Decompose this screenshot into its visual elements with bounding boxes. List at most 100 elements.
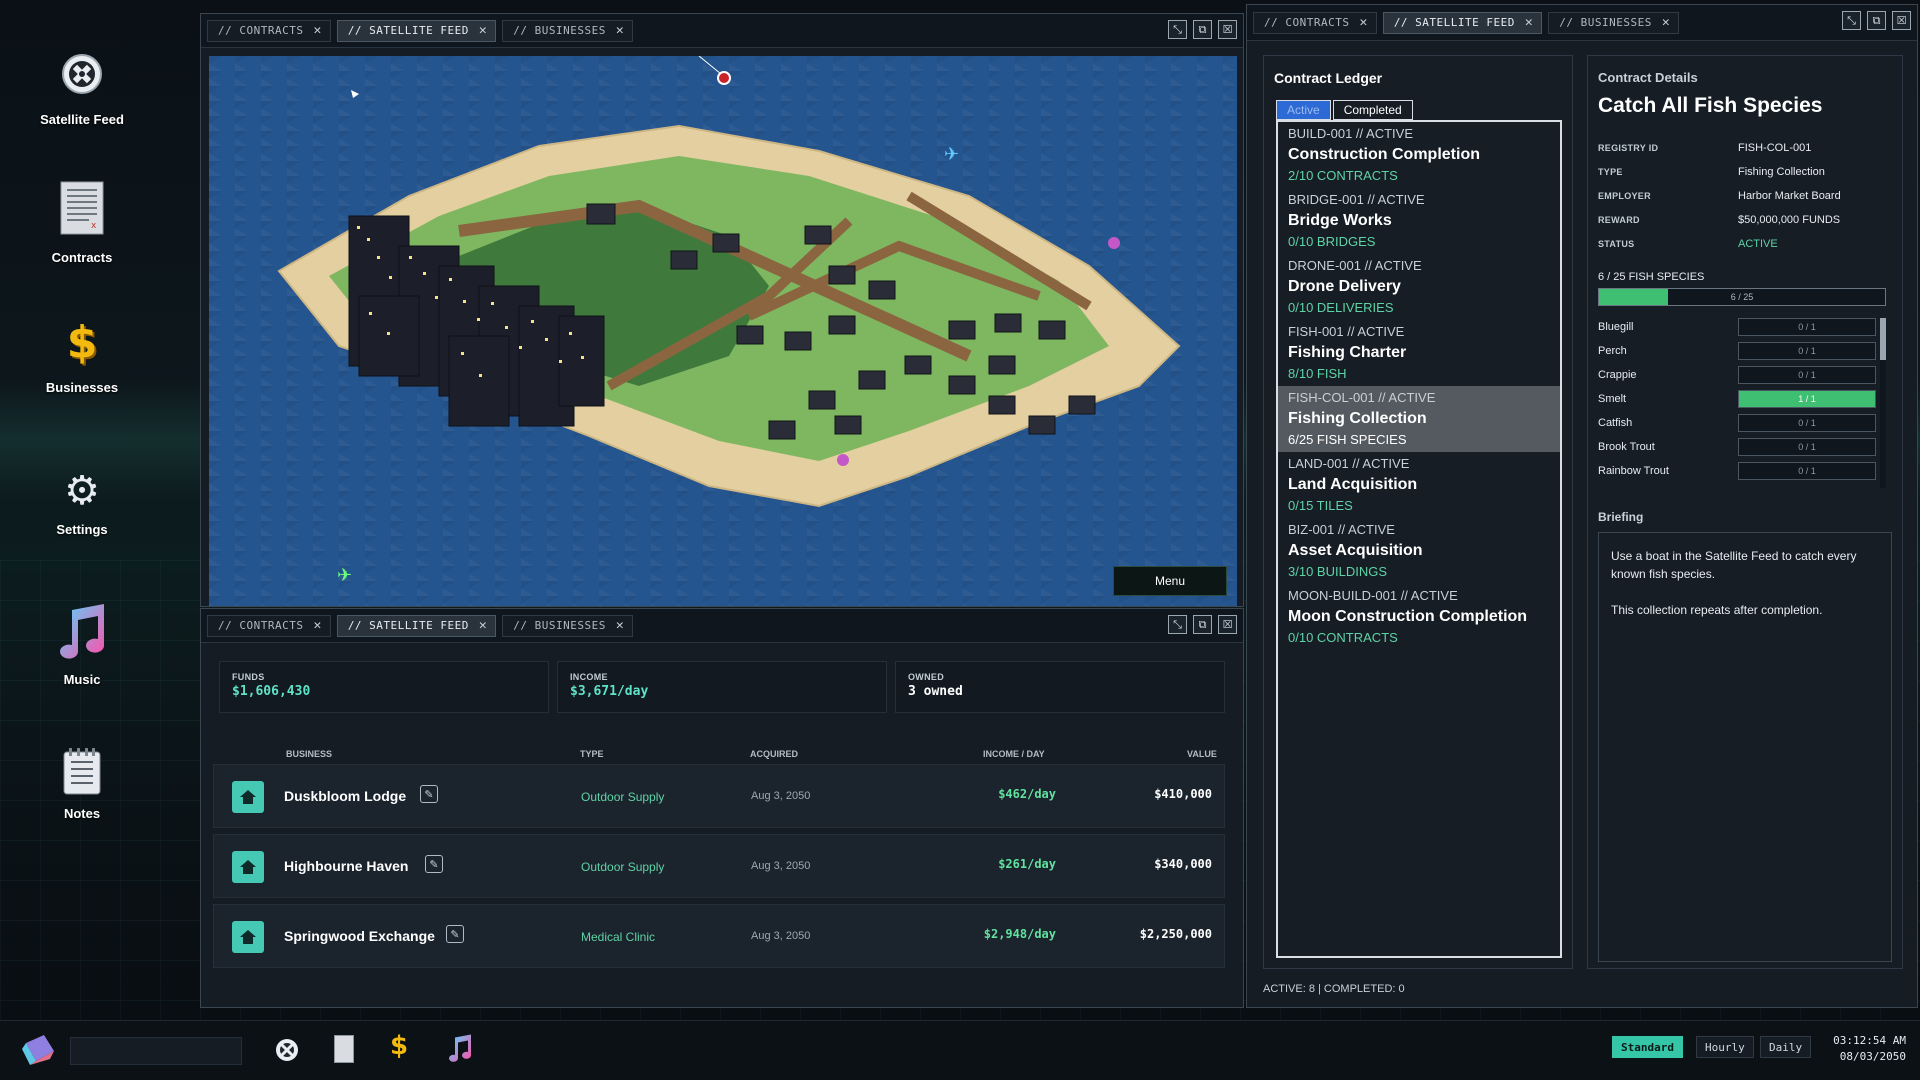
window-tabbar: // CONTRACTS ✕ // SATELLITE FEED ✕ // BUSI…	[201, 14, 1243, 48]
contract-list-item[interactable]: BIZ-001 // ACTIVE Asset Acquisition 3/10…	[1278, 518, 1560, 584]
business-name: Duskbloom Lodge	[284, 788, 407, 804]
fish-name: Smelt	[1598, 393, 1627, 405]
table-row[interactable]: Duskbloom Lodge ✎ Outdoor Supply Aug 3, …	[213, 764, 1225, 828]
house-icon	[232, 921, 264, 953]
contract-progress: 0/10 CONTRACTS	[1288, 630, 1398, 645]
desktop-icon-label: Contracts	[51, 250, 113, 265]
progress-bar: 6 / 25	[1598, 288, 1886, 306]
island-map: ✈ ✈	[277, 56, 1181, 586]
popout-icon[interactable]: ⧉	[1193, 20, 1212, 39]
stat-label: INCOME	[570, 672, 608, 682]
fish-row: Catfish 0 / 1	[1598, 414, 1888, 436]
detail-key: TYPE	[1598, 167, 1623, 177]
mode-standard-button[interactable]: Standard	[1612, 1036, 1683, 1058]
table-row[interactable]: Springwood Exchange ✎ Medical Clinic Aug…	[213, 904, 1225, 968]
contract-title: Bridge Works	[1288, 212, 1392, 229]
tab-label: // BUSINESSES	[513, 24, 606, 37]
contract-list-item[interactable]: MOON-BUILD-001 // ACTIVE Moon Constructi…	[1278, 584, 1560, 650]
edit-icon[interactable]: ✎	[446, 925, 464, 943]
close-window-icon[interactable]: ☒	[1218, 20, 1237, 39]
popout-icon[interactable]: ⧉	[1193, 615, 1212, 634]
close-icon[interactable]: ✕	[616, 23, 624, 38]
popout-icon[interactable]: ⧉	[1867, 11, 1886, 30]
contract-list-item-selected[interactable]: FISH-COL-001 // ACTIVE Fishing Collectio…	[1278, 386, 1560, 452]
business-value: $2,250,000	[1139, 927, 1212, 941]
tab-businesses[interactable]: // BUSINESSES ✕	[502, 614, 634, 637]
scrollbar-thumb[interactable]	[1880, 318, 1886, 360]
table-row[interactable]: Highbourne Haven ✎ Outdoor Supply Aug 3,…	[213, 834, 1225, 898]
window-controls: ⤡ ⧉ ☒	[1168, 20, 1237, 39]
tab-label: // SATELLITE FEED	[1393, 16, 1515, 29]
contract-title: Construction Completion	[1288, 146, 1480, 163]
taskbar-search-input[interactable]	[70, 1037, 242, 1065]
contract-list-item[interactable]: LAND-001 // ACTIVE Land Acquisition 0/15…	[1278, 452, 1560, 518]
close-icon[interactable]: ✕	[1359, 15, 1367, 30]
fish-progress-text: 0 / 1	[1798, 346, 1816, 356]
detail-key: EMPLOYER	[1598, 191, 1651, 201]
desktop-icon-satellite-feed[interactable]: Satellite Feed	[24, 44, 140, 127]
tab-label: // BUSINESSES	[1559, 16, 1652, 29]
desktop-icon-settings[interactable]: ⚙ Settings	[24, 470, 140, 537]
taskbar-businesses-icon[interactable]: $	[390, 1031, 408, 1061]
tab-label: // SATELLITE FEED	[347, 24, 469, 37]
taskbar-satellite-icon[interactable]	[274, 1037, 300, 1063]
desktop-icon-music[interactable]: Music	[24, 602, 140, 687]
svg-text:x: x	[91, 221, 97, 231]
tab-contracts[interactable]: // CONTRACTS ✕	[1253, 11, 1377, 34]
desktop-icon-contracts[interactable]: x Contracts	[24, 180, 140, 265]
close-icon[interactable]: ✕	[1525, 15, 1533, 30]
business-income: $462/day	[998, 787, 1056, 801]
taskbar-music-icon[interactable]	[446, 1033, 474, 1069]
tab-contracts[interactable]: // CONTRACTS ✕	[207, 614, 331, 637]
column-header: BUSINESS	[286, 749, 333, 759]
contract-list-item[interactable]: BUILD-001 // ACTIVE Construction Complet…	[1278, 122, 1560, 188]
close-window-icon[interactable]: ☒	[1218, 615, 1237, 634]
contract-list-item[interactable]: DRONE-001 // ACTIVE Drone Delivery 0/10 …	[1278, 254, 1560, 320]
business-table-header: BUSINESS TYPE ACQUIRED INCOME / DAY VALU…	[213, 749, 1223, 763]
detail-key: STATUS	[1598, 239, 1635, 249]
contract-list-item[interactable]: FISH-001 // ACTIVE Fishing Charter 8/10 …	[1278, 320, 1560, 386]
tab-businesses[interactable]: // BUSINESSES ✕	[502, 19, 634, 42]
tab-businesses[interactable]: // BUSINESSES ✕	[1548, 11, 1680, 34]
minimize-icon[interactable]: ⤡	[1168, 615, 1187, 634]
fish-progress-text: 0 / 1	[1798, 466, 1816, 476]
contract-id: FISH-001 // ACTIVE	[1288, 324, 1405, 339]
detail-key: REGISTRY ID	[1598, 143, 1659, 153]
desktop-icon-notes[interactable]: Notes	[24, 748, 140, 821]
satellite-map-view[interactable]: ✈ ✈ Menu	[209, 56, 1237, 606]
tab-satellite-feed[interactable]: // SATELLITE FEED ✕	[336, 614, 497, 637]
close-icon[interactable]: ✕	[479, 23, 487, 38]
mode-daily-button[interactable]: Daily	[1760, 1036, 1812, 1058]
fish-list-scrollbar[interactable]	[1880, 318, 1886, 488]
fish-progress-bar: 0 / 1	[1738, 366, 1876, 384]
menu-button[interactable]: Menu	[1113, 566, 1227, 596]
close-window-icon[interactable]: ☒	[1892, 11, 1911, 30]
minimize-icon[interactable]: ⤡	[1842, 11, 1861, 30]
start-cube-icon[interactable]	[20, 1031, 58, 1073]
desktop-icon-businesses[interactable]: $ Businesses	[24, 317, 140, 396]
close-icon[interactable]: ✕	[479, 618, 487, 633]
close-icon[interactable]: ✕	[313, 618, 321, 633]
close-icon[interactable]: ✕	[616, 618, 624, 633]
contract-progress: 2/10 CONTRACTS	[1288, 168, 1398, 183]
contract-progress: 0/15 TILES	[1288, 498, 1353, 513]
contract-list-item[interactable]: BRIDGE-001 // ACTIVE Bridge Works 0/10 B…	[1278, 188, 1560, 254]
edit-icon[interactable]: ✎	[425, 855, 443, 873]
contract-id: LAND-001 // ACTIVE	[1288, 456, 1410, 471]
close-icon[interactable]: ✕	[313, 23, 321, 38]
tab-satellite-feed[interactable]: // SATELLITE FEED ✕	[1382, 11, 1543, 34]
filter-active-tab[interactable]: Active	[1276, 100, 1331, 120]
close-icon[interactable]: ✕	[1662, 15, 1670, 30]
tab-satellite-feed[interactable]: // SATELLITE FEED ✕	[336, 19, 497, 42]
mode-hourly-button[interactable]: Hourly	[1696, 1036, 1754, 1058]
stat-label: FUNDS	[232, 672, 265, 682]
tab-contracts[interactable]: // CONTRACTS ✕	[207, 19, 331, 42]
column-header: VALUE	[1187, 749, 1217, 759]
filter-completed-tab[interactable]: Completed	[1332, 100, 1413, 120]
business-income: $2,948/day	[983, 927, 1056, 941]
minimize-icon[interactable]: ⤡	[1168, 20, 1187, 39]
progress-label: 6 / 25 FISH SPECIES	[1598, 271, 1705, 283]
edit-icon[interactable]: ✎	[420, 785, 438, 803]
contract-progress: 0/10 DELIVERIES	[1288, 300, 1394, 315]
taskbar-contracts-icon[interactable]	[334, 1035, 354, 1063]
